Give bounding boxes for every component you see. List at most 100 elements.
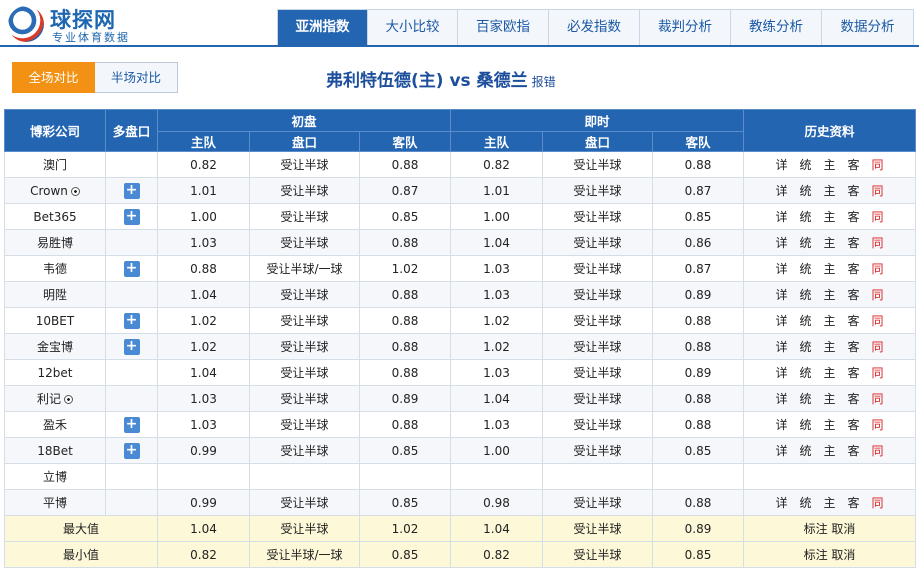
history-link[interactable]: 客 (848, 390, 860, 407)
history-link[interactable]: 主 (823, 494, 835, 511)
history-link[interactable]: 详 (775, 338, 787, 355)
history-link[interactable]: 统 (799, 234, 811, 251)
company-cell[interactable]: Crown (4, 177, 106, 204)
history-link[interactable]: 同 (872, 364, 884, 381)
company-cell[interactable]: Bet365 (4, 203, 106, 230)
history-link[interactable]: 主 (823, 442, 835, 459)
tab-asian-index[interactable]: 亚洲指数 (278, 10, 368, 45)
summary-action[interactable]: 标注 取消 (743, 541, 916, 568)
site-logo[interactable]: 球探网 专业体育数据 (6, 4, 156, 44)
history-link[interactable]: 主 (823, 390, 835, 407)
tab-over-under[interactable]: 大小比较 (368, 10, 458, 45)
tab-referee-analysis[interactable]: 裁判分析 (640, 10, 731, 45)
history-link[interactable]: 主 (823, 260, 835, 277)
history-link[interactable]: 客 (848, 286, 860, 303)
history-link[interactable]: 详 (775, 494, 787, 511)
history-link[interactable]: 同 (872, 442, 884, 459)
history-link[interactable]: 统 (799, 260, 811, 277)
history-link[interactable]: 同 (872, 234, 884, 251)
tab-betfair-index[interactable]: 必发指数 (549, 10, 640, 45)
history-link[interactable]: 详 (775, 364, 787, 381)
history-link[interactable]: 统 (799, 208, 811, 225)
expand-plus-icon[interactable]: + (123, 338, 140, 355)
company-cell[interactable]: 10BET (4, 307, 106, 334)
expand-plus-icon[interactable]: + (123, 182, 140, 199)
company-cell[interactable]: 12bet (4, 359, 106, 386)
history-link[interactable]: 主 (823, 286, 835, 303)
history-link[interactable]: 客 (848, 442, 860, 459)
company-cell[interactable]: 18Bet (4, 437, 106, 464)
company-cell[interactable]: 盈禾 (4, 411, 106, 438)
history-link[interactable]: 主 (823, 156, 835, 173)
history-link[interactable]: 主 (823, 208, 835, 225)
expand-plus-icon[interactable]: + (123, 442, 140, 459)
tab-european-odds[interactable]: 百家欧指 (458, 10, 549, 45)
history-link[interactable]: 统 (799, 364, 811, 381)
history-link[interactable]: 主 (823, 234, 835, 251)
history-link[interactable]: 客 (848, 364, 860, 381)
history-link[interactable]: 详 (775, 182, 787, 199)
company-cell[interactable]: 立博 (4, 463, 106, 490)
tab-data-analysis[interactable]: 数据分析 (822, 10, 913, 45)
history-link[interactable]: 同 (872, 416, 884, 433)
history-link[interactable]: 客 (848, 416, 860, 433)
history-link[interactable]: 统 (799, 390, 811, 407)
history-link[interactable]: 客 (848, 234, 860, 251)
history-link[interactable]: 同 (872, 286, 884, 303)
history-link[interactable]: 统 (799, 416, 811, 433)
history-link[interactable]: 主 (823, 364, 835, 381)
history-link[interactable]: 详 (775, 390, 787, 407)
company-cell[interactable]: 明陞 (4, 281, 106, 308)
company-cell[interactable]: 平博 (4, 489, 106, 516)
expand-plus-icon[interactable]: + (123, 208, 140, 225)
history-link[interactable]: 统 (799, 494, 811, 511)
history-link[interactable]: 详 (775, 312, 787, 329)
company-cell[interactable]: 金宝博 (4, 333, 106, 360)
company-name: 12bet (37, 365, 73, 380)
history-link[interactable]: 主 (823, 416, 835, 433)
history-link[interactable]: 统 (799, 338, 811, 355)
history-link[interactable]: 统 (799, 442, 811, 459)
history-link[interactable]: 同 (872, 312, 884, 329)
report-error-link[interactable]: 报错 (532, 75, 556, 89)
history-link[interactable]: 客 (848, 182, 860, 199)
expand-plus-icon[interactable]: + (123, 416, 140, 433)
history-link[interactable]: 客 (848, 494, 860, 511)
history-link[interactable]: 详 (775, 416, 787, 433)
history-link[interactable]: 统 (799, 286, 811, 303)
company-cell[interactable]: 韦德 (4, 255, 106, 282)
history-link[interactable]: 客 (848, 338, 860, 355)
tab-coach-analysis[interactable]: 教练分析 (731, 10, 822, 45)
history-link[interactable]: 客 (848, 260, 860, 277)
full-match-button[interactable]: 全场对比 (12, 62, 95, 93)
history-link[interactable]: 同 (872, 260, 884, 277)
history-link[interactable]: 详 (775, 442, 787, 459)
history-link[interactable]: 详 (775, 208, 787, 225)
expand-plus-icon[interactable]: + (123, 260, 140, 277)
company-cell[interactable]: 利记 (4, 385, 106, 412)
history-link[interactable]: 同 (872, 208, 884, 225)
history-link[interactable]: 同 (872, 156, 884, 173)
history-link[interactable]: 主 (823, 338, 835, 355)
history-link[interactable]: 详 (775, 234, 787, 251)
history-link[interactable]: 统 (799, 156, 811, 173)
history-link[interactable]: 客 (848, 312, 860, 329)
history-link[interactable]: 客 (848, 156, 860, 173)
history-link[interactable]: 同 (872, 390, 884, 407)
history-link[interactable]: 同 (872, 182, 884, 199)
expand-plus-icon[interactable]: + (123, 312, 140, 329)
history-link[interactable]: 客 (848, 208, 860, 225)
history-link[interactable]: 统 (799, 312, 811, 329)
history-link[interactable]: 详 (775, 156, 787, 173)
company-cell[interactable]: 易胜博 (4, 229, 106, 256)
history-link[interactable]: 详 (775, 286, 787, 303)
summary-action[interactable]: 标注 取消 (743, 515, 916, 542)
history-link[interactable]: 同 (872, 494, 884, 511)
history-link[interactable]: 详 (775, 260, 787, 277)
history-link[interactable]: 统 (799, 182, 811, 199)
half-match-button[interactable]: 半场对比 (95, 62, 178, 93)
history-link[interactable]: 主 (823, 182, 835, 199)
company-cell[interactable]: 澳门 (4, 151, 106, 178)
history-link[interactable]: 主 (823, 312, 835, 329)
history-link[interactable]: 同 (872, 338, 884, 355)
